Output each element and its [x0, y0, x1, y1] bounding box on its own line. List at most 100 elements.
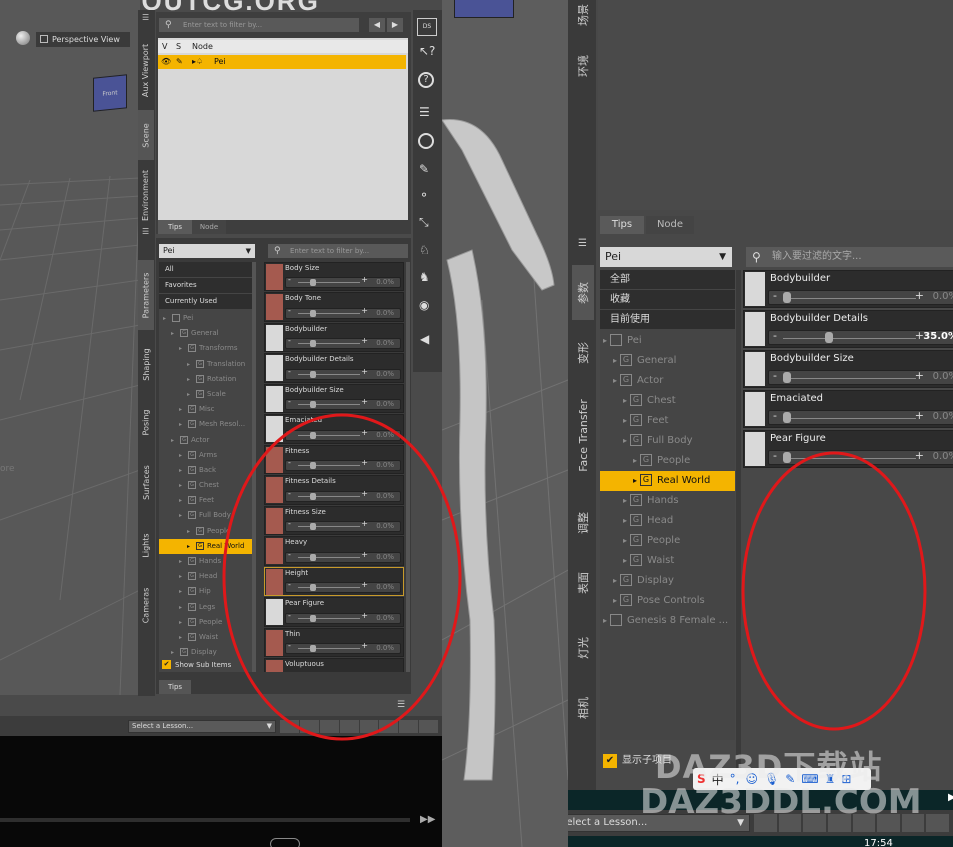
param-slider[interactable]: Bodybuilder Size - +0.0% — [743, 350, 953, 388]
plus-icon[interactable]: + — [361, 611, 368, 620]
tab-adjust-cn[interactable]: 调整 — [572, 500, 594, 545]
tab-cameras-cn[interactable]: 相机 — [572, 685, 594, 730]
minus-icon[interactable]: - — [288, 397, 291, 406]
slider-handle[interactable] — [783, 412, 791, 423]
scene-filter[interactable]: ⚲ Enter text to filter by... — [159, 18, 359, 32]
tab-cameras[interactable]: Cameras — [138, 580, 154, 630]
right-tab-node[interactable]: Node — [646, 216, 694, 234]
scene-nav-back-icon[interactable]: ◀ — [369, 18, 385, 32]
show-sub-items[interactable]: ✔ Show Sub Items — [159, 658, 255, 672]
tree-item[interactable]: ▸ G General — [600, 351, 735, 371]
slider-handle[interactable] — [310, 645, 316, 652]
slider-track[interactable]: - +0.0% — [768, 369, 953, 385]
slider-track[interactable]: - +0.0% — [285, 489, 401, 502]
expand-arrow-icon[interactable]: ▸ — [179, 604, 182, 611]
expand-arrow-icon[interactable]: ▸ — [179, 497, 182, 504]
tab-environment[interactable]: Environment — [138, 165, 154, 225]
plus-icon[interactable]: + — [915, 369, 924, 382]
ds-logo-icon[interactable]: DS — [417, 18, 437, 36]
help-icon[interactable]: ? — [418, 72, 434, 88]
slider-handle[interactable] — [310, 370, 316, 378]
expand-arrow-icon[interactable]: ▸ — [603, 336, 607, 345]
slider-track[interactable]: - +0.0% — [285, 550, 401, 563]
figure-selector[interactable]: Pei ▼ — [159, 244, 255, 258]
tree-item[interactable]: ▸ Genesis 8 Female ... — [600, 611, 735, 631]
expand-arrow-icon[interactable]: ▸ — [171, 649, 174, 656]
slider-handle[interactable] — [310, 279, 316, 287]
slider-track[interactable]: - +0.0% — [285, 641, 401, 654]
timeline-scrub[interactable] — [0, 818, 410, 822]
tree-item[interactable]: ▸ G Feet — [600, 411, 735, 431]
tree-item[interactable]: ▸ G Hip — [159, 584, 255, 599]
right-tree-divider[interactable] — [736, 270, 741, 780]
slider-handle[interactable] — [310, 431, 316, 439]
expand-arrow-icon[interactable]: ▸ — [171, 437, 174, 444]
plus-icon[interactable]: + — [915, 289, 924, 302]
tab-scene-cn[interactable]: 场景 — [572, 0, 594, 30]
expand-arrow-icon[interactable]: ▸ — [179, 634, 182, 641]
param-slider-value[interactable]: 0.0% — [376, 309, 394, 317]
camera-sphere-icon[interactable] — [16, 31, 30, 45]
expand-arrow-icon[interactable]: ▸ — [179, 573, 182, 580]
view-selector[interactable]: Perspective View — [36, 32, 130, 47]
expand-arrow-icon[interactable]: ▸ — [613, 376, 617, 385]
slider-handle[interactable] — [783, 292, 791, 303]
tab-aux-viewport[interactable]: Aux Viewport — [138, 40, 154, 100]
minus-icon[interactable]: - — [288, 428, 291, 437]
param-slider[interactable]: Emaciated - +0.0% — [264, 414, 404, 444]
tree-item[interactable]: ▸ G Real World — [159, 538, 255, 554]
tab-shaping[interactable]: Shaping — [138, 340, 154, 388]
target-icon[interactable] — [418, 133, 434, 149]
slider-handle[interactable] — [310, 553, 316, 561]
param-slider[interactable]: Pear Figure - +0.0% — [743, 430, 953, 468]
minus-icon[interactable]: - — [773, 449, 777, 462]
param-slider-value[interactable]: 0.0% — [376, 583, 394, 591]
plus-icon[interactable]: + — [361, 519, 368, 528]
plus-icon[interactable]: + — [361, 458, 368, 467]
plus-icon[interactable]: + — [361, 428, 368, 437]
param-slider-value[interactable]: 0.0% — [933, 291, 953, 302]
tree-item[interactable]: ▸ G Waist — [159, 630, 255, 645]
tab-lights[interactable]: Lights — [138, 525, 154, 565]
tree-item[interactable]: ▸ G People — [159, 524, 255, 539]
category-currently-used[interactable]: Currently Used — [159, 294, 255, 309]
expand-arrow-icon[interactable]: ▸ — [179, 482, 182, 489]
slider-track[interactable]: - +0.0% — [285, 397, 401, 411]
minus-icon[interactable]: - — [288, 611, 291, 620]
expand-arrow-icon[interactable]: ▸ — [613, 596, 617, 605]
param-slider-value[interactable]: 0.0% — [933, 451, 953, 462]
tree-item[interactable]: ▸ G Real World — [600, 471, 735, 491]
slider-scrollbar[interactable] — [406, 262, 410, 672]
param-slider-value[interactable]: 35.0% — [923, 331, 953, 342]
tree-item[interactable]: ▸ G Scale — [159, 387, 255, 402]
pose-tool-icon[interactable]: ✎ — [419, 162, 429, 176]
right-tab-tips[interactable]: Tips — [600, 216, 644, 234]
expand-arrow-icon[interactable]: ▸ — [179, 406, 182, 413]
expand-arrow-icon[interactable]: ▸ — [179, 452, 182, 459]
slider-handle[interactable] — [783, 452, 791, 463]
plus-icon[interactable]: + — [361, 336, 368, 345]
slider-handle[interactable] — [310, 614, 316, 622]
expand-arrow-icon[interactable]: ▸ — [187, 543, 190, 550]
tree-item[interactable]: ▸ G Full Body — [600, 431, 735, 451]
whats-this-icon[interactable]: ↖? — [419, 44, 435, 58]
slider-handle[interactable] — [310, 584, 316, 592]
param-slider[interactable]: Bodybuilder - +0.0% — [264, 322, 404, 353]
slider-handle[interactable] — [310, 401, 316, 409]
right-category-favorites[interactable]: 收藏 — [600, 290, 735, 309]
expand-arrow-icon[interactable]: ▸ — [179, 421, 182, 428]
tree-item[interactable]: ▸ G Arms — [159, 448, 255, 463]
expand-arrow-icon[interactable]: ▸ — [171, 330, 174, 337]
param-slider[interactable]: Emaciated - +0.0% — [743, 390, 953, 428]
tab-face-transfer[interactable]: Face Transfer — [572, 385, 594, 485]
tree-item[interactable]: ▸ G Transforms — [159, 341, 255, 356]
param-slider-value[interactable]: 0.0% — [376, 522, 394, 530]
pane-options-icon[interactable]: ☰ — [397, 700, 405, 710]
param-slider[interactable]: Bodybuilder - +0.0% — [743, 270, 953, 308]
tree-item[interactable]: ▸ G Rotation — [159, 372, 255, 387]
tab-environment-cn[interactable]: 环境 — [572, 46, 594, 86]
param-slider-value[interactable]: 0.0% — [376, 614, 394, 622]
slider-track[interactable]: - +0.0% — [285, 336, 401, 350]
param-slider[interactable]: Body Tone - +0.0% — [264, 292, 404, 322]
tree-item[interactable]: ▸ G Actor — [600, 371, 735, 391]
